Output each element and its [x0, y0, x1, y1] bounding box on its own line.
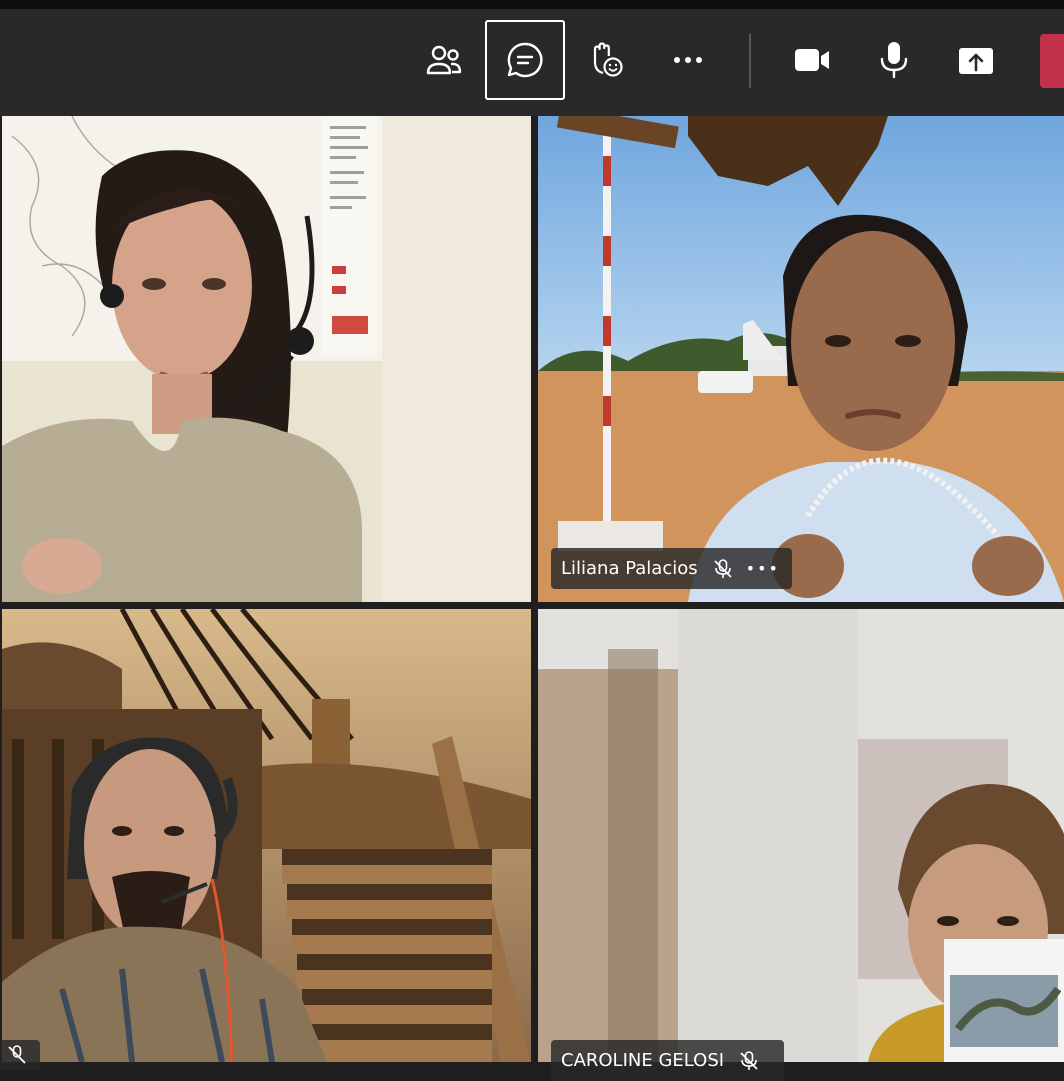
- participant-name-tag[interactable]: CAROLINE GELOSI: [551, 1040, 785, 1081]
- more-icon: [674, 57, 702, 63]
- participant-video: [538, 609, 1064, 1062]
- participant-video: [2, 116, 531, 602]
- video-tile-1[interactable]: [2, 116, 531, 602]
- participant-name: CAROLINE GELOSI: [561, 1050, 725, 1071]
- raise-hand-icon: [593, 42, 623, 77]
- participant-name-tag[interactable]: [0, 1040, 40, 1070]
- mic-button[interactable]: [854, 20, 934, 100]
- chat-icon: [507, 42, 543, 78]
- participants-button[interactable]: [404, 20, 484, 100]
- mic-off-icon: [712, 558, 734, 580]
- reactions-button[interactable]: [566, 20, 646, 100]
- camera-icon: [795, 49, 829, 71]
- more-actions-button[interactable]: [648, 20, 728, 100]
- mic-off-icon: [738, 1050, 760, 1072]
- call-toolbar: [0, 0, 1064, 116]
- share-button[interactable]: [936, 20, 1016, 100]
- mic-off-icon: [6, 1044, 28, 1066]
- mic-icon: [880, 42, 908, 79]
- video-tile-3[interactable]: [2, 609, 531, 1062]
- participant-name: Liliana Palacios: [561, 558, 698, 579]
- participant-name-tag[interactable]: Liliana Palacios •••: [551, 548, 792, 589]
- participant-video: [538, 116, 1064, 602]
- video-tile-2[interactable]: [538, 116, 1064, 602]
- camera-button[interactable]: [772, 20, 852, 100]
- tile-more-options-icon[interactable]: •••: [746, 560, 780, 577]
- share-icon: [959, 48, 993, 74]
- video-tile-4[interactable]: [538, 609, 1064, 1062]
- window-top-edge: [0, 0, 1064, 9]
- toolbar-divider: [749, 34, 751, 88]
- chat-button[interactable]: [485, 20, 565, 100]
- leave-button[interactable]: [1040, 34, 1064, 88]
- participant-video: [2, 609, 531, 1062]
- people-icon: [426, 45, 462, 75]
